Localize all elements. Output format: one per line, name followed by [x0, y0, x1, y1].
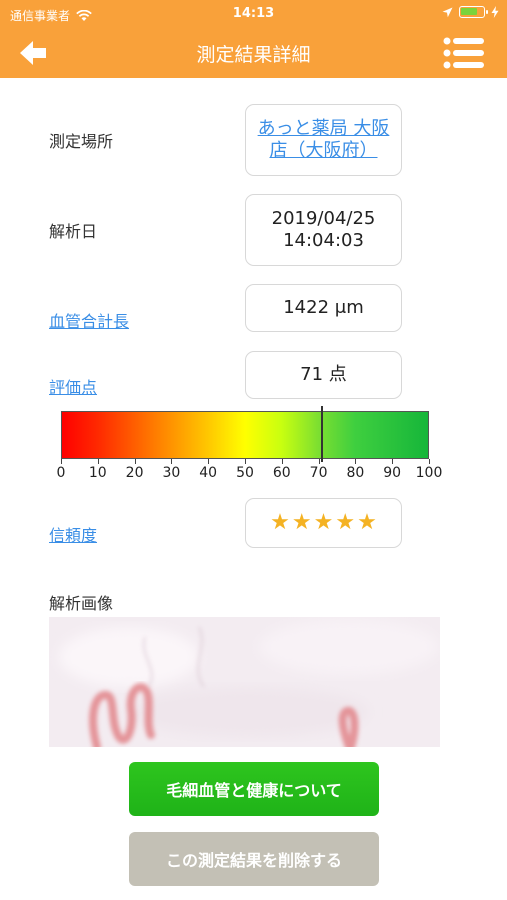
nav-bar: 測定結果詳細 — [0, 28, 507, 78]
scale-tick-label: 10 — [88, 465, 107, 481]
scale-tick — [281, 459, 283, 464]
scale-tick-label: 90 — [383, 465, 402, 481]
scale-tick — [318, 459, 320, 464]
scale-tick-label: 30 — [162, 465, 181, 481]
star-icon: ★ — [270, 509, 290, 535]
scale-tick — [171, 459, 173, 464]
vessel-length-value: 1422 μm — [245, 284, 402, 332]
date-value: 2019/04/25 — [271, 208, 376, 230]
scale-tick-label: 100 — [415, 465, 443, 481]
scale-tick — [208, 459, 210, 464]
score-value: 71 点 — [245, 351, 402, 399]
scale-tick — [61, 459, 62, 464]
scale-tick-label: 60 — [272, 465, 291, 481]
reliability-box: ★ ★ ★ ★ ★ — [245, 498, 402, 548]
star-icon: ★ — [357, 509, 377, 535]
scale-tick-label: 80 — [346, 465, 365, 481]
capillary-health-button[interactable]: 毛細血管と健康について — [129, 762, 379, 816]
reliability-stars: ★ ★ ★ ★ ★ — [270, 510, 377, 536]
date-value-box: 2019/04/25 14:04:03 — [245, 194, 402, 266]
battery-icon — [459, 6, 488, 18]
location-link[interactable]: あっと薬局 大阪店（大阪府） — [245, 104, 402, 176]
page-title: 測定結果詳細 — [196, 44, 311, 66]
status-right — [442, 6, 499, 18]
star-icon: ★ — [291, 509, 312, 535]
location-label: 測定場所 — [49, 132, 114, 151]
status-bar: 通信事業者 14:13 — [0, 0, 507, 28]
delete-result-button[interactable]: この測定結果を削除する — [129, 832, 379, 886]
scale-tick — [97, 459, 99, 464]
scale-tick-label: 70 — [309, 465, 328, 481]
menu-button[interactable] — [443, 36, 485, 70]
score-gradient-bar — [61, 411, 429, 459]
scale-tick-label: 50 — [236, 465, 254, 481]
star-icon: ★ — [313, 509, 334, 535]
charging-bolt-icon — [491, 6, 499, 18]
date-label: 解析日 — [49, 222, 98, 241]
score-link[interactable]: 評価点 — [49, 374, 97, 398]
reliability-link[interactable]: 信頼度 — [49, 522, 97, 546]
vessel-length-link[interactable]: 血管合計長 — [49, 308, 129, 332]
time-value: 14:04:03 — [283, 230, 364, 251]
score-marker — [321, 406, 324, 462]
star-icon: ★ — [335, 509, 356, 535]
scale-tick — [134, 459, 136, 464]
scale-tick — [429, 459, 430, 464]
capillary-image-drawing — [49, 617, 440, 747]
scale-tick-label: 40 — [199, 465, 218, 481]
scale-tick — [245, 459, 246, 464]
status-time: 14:13 — [232, 6, 275, 21]
scale-tick-label: 20 — [125, 465, 144, 481]
scale-tick-label: 0 — [56, 465, 66, 481]
location-arrow-icon — [442, 7, 453, 17]
list-menu-icon — [443, 37, 484, 69]
analysis-image-label: 解析画像 — [49, 594, 114, 613]
scale-tick — [392, 459, 394, 464]
analysis-image — [49, 617, 440, 747]
score-scale-ticks: 0 10 20 30 40 50 60 70 80 90 100 — [0, 459, 507, 489]
scale-tick — [355, 459, 357, 464]
